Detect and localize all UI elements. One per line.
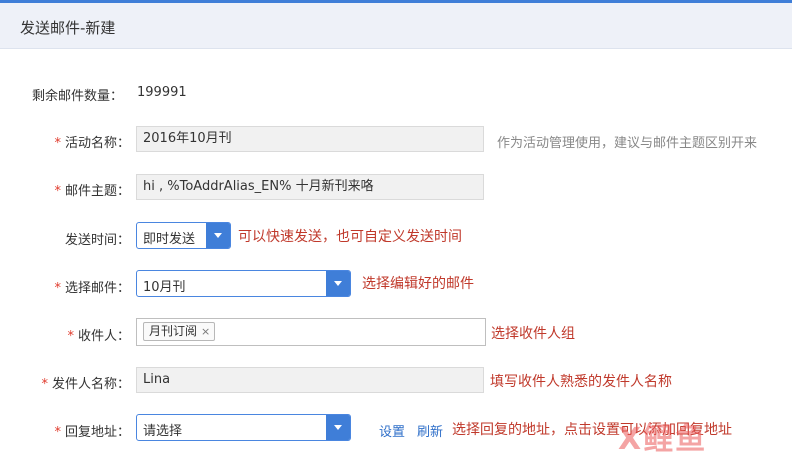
chevron-down-icon <box>334 425 342 430</box>
send-time-label: 发送时间： <box>64 233 130 248</box>
chevron-down-icon <box>214 233 222 238</box>
reply-address-dropdown-button[interactable] <box>326 415 350 440</box>
sender-name-input[interactable]: Lina <box>136 367 484 393</box>
send-time-select[interactable]: 即时发送 <box>136 222 231 249</box>
required-mark: * <box>67 329 74 344</box>
page-title: 发送邮件-新建 <box>20 19 116 37</box>
recipient-tag-label: 月刊订阅 <box>149 324 198 338</box>
chevron-down-icon <box>334 281 342 286</box>
activity-name-label: * 活动名称： <box>54 136 130 151</box>
send-time-dropdown-button[interactable] <box>206 223 230 248</box>
required-mark: * <box>54 136 61 151</box>
required-mark: * <box>54 184 61 199</box>
reply-address-select[interactable]: 请选择 <box>136 414 351 441</box>
recipients-input[interactable]: 月刊订阅 × <box>136 318 486 346</box>
watermark-logo: X鲤鱼 <box>618 422 708 457</box>
activity-name-hint: 作为活动管理使用，建议与邮件主题区别开来 <box>497 136 758 151</box>
choose-mail-dropdown-button[interactable] <box>326 271 350 296</box>
choose-mail-label: * 选择邮件： <box>54 281 130 296</box>
quota-value: 199991 <box>137 85 187 100</box>
choose-mail-hint: 选择编辑好的邮件 <box>362 276 474 292</box>
send-time-hint: 可以快速发送，也可自定义发送时间 <box>238 229 462 245</box>
reply-refresh-link[interactable]: 刷新 <box>417 421 443 440</box>
choose-mail-select[interactable]: 10月刊 <box>136 270 351 297</box>
recipient-tag: 月刊订阅 × <box>143 322 216 341</box>
recipients-label: * 收件人： <box>67 329 130 344</box>
reply-settings-link[interactable]: 设置 <box>379 421 405 440</box>
required-mark: * <box>54 281 61 296</box>
page-header: 发送邮件-新建 <box>0 3 792 49</box>
subject-input[interactable]: hi , %ToAddrAlias_EN% 十月新刊来咯 <box>136 174 484 200</box>
send-time-value: 即时发送 <box>143 232 196 247</box>
recipients-hint: 选择收件人组 <box>491 326 575 342</box>
subject-label: * 邮件主题： <box>54 184 130 199</box>
reply-address-label: * 回复地址： <box>54 425 130 440</box>
sender-name-label: * 发件人名称： <box>41 377 130 392</box>
quota-label: 剩余邮件数量： <box>32 89 124 104</box>
close-icon[interactable]: × <box>201 325 210 338</box>
required-mark: * <box>54 425 61 440</box>
required-mark: * <box>41 377 48 392</box>
activity-name-input[interactable]: 2016年10月刊 <box>136 126 484 152</box>
choose-mail-value: 10月刊 <box>143 280 186 295</box>
sender-name-hint: 填写收件人熟悉的发件人名称 <box>490 374 672 390</box>
reply-address-value: 请选择 <box>143 424 183 439</box>
